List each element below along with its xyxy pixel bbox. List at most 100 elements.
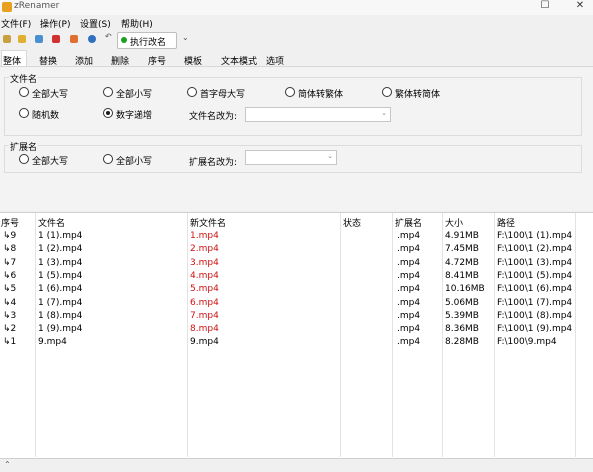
table-row[interactable]: ↳3 1 (8).mp4 7.mp4 .mp4 5.39MB F:\100\1 (8).m… <box>0 310 575 323</box>
cell-new: 6.mp4 <box>190 297 219 308</box>
cell-new: 5.mp4 <box>190 284 219 295</box>
edit-icon[interactable] <box>70 35 78 43</box>
cell-ext: .mp4 <box>397 257 421 268</box>
cell-idx: ↳7 <box>3 257 17 268</box>
menu-bar: 文件(F) 操作(P) 设置(S) 帮助(H) <box>0 15 593 31</box>
menu-file[interactable]: 文件(F) <box>1 17 31 30</box>
header-filename[interactable]: 文件名 <box>38 216 65 229</box>
cell-name: 1 (2).mp4 <box>38 244 83 255</box>
status-bar: ⌃ <box>0 458 593 472</box>
table-row[interactable]: ↳6 1 (5).mp4 4.mp4 .mp4 8.41MB F:\100\1 (5).m… <box>0 270 575 283</box>
ext-radio-lower-label: 全部小写 <box>116 157 153 167</box>
menu-settings[interactable]: 设置(S) <box>80 17 111 30</box>
cell-new: 8.mp4 <box>190 324 219 335</box>
radio-lower-label: 全部小写 <box>116 90 153 100</box>
radio-s2t[interactable] <box>285 87 295 97</box>
undo-icon[interactable]: ↶ <box>105 32 112 41</box>
window-title: zRenamer <box>14 1 60 11</box>
settings-icon[interactable] <box>3 35 11 43</box>
table-row[interactable]: ↳7 1 (3).mp4 3.mp4 .mp4 4.72MB F:\100\1 (3).m… <box>0 257 575 270</box>
title-bar: zRenamer ☐ ✕ <box>0 0 593 15</box>
ext-radio-upper[interactable] <box>19 154 29 164</box>
header-size[interactable]: 大小 <box>445 216 463 229</box>
close-button[interactable]: ✕ <box>572 0 588 12</box>
header-index[interactable]: 序号 <box>1 216 19 229</box>
table-row[interactable]: ↳4 1 (7).mp4 6.mp4 .mp4 5.06MB F:\100\1 (7).m… <box>0 297 575 310</box>
header-extension[interactable]: 扩展名 <box>395 216 422 229</box>
cell-name: 1 (8).mp4 <box>38 310 83 321</box>
filename-group-title: 文件名 <box>9 72 39 85</box>
delete-icon[interactable] <box>52 35 60 43</box>
table-row[interactable]: ↳2 1 (9).mp4 8.mp4 .mp4 8.36MB F:\100\1 (9).m… <box>0 323 575 336</box>
menu-operation[interactable]: 操作(P) <box>40 17 70 30</box>
run-status-icon <box>121 37 127 43</box>
cell-idx: ↳9 <box>3 231 17 241</box>
options-panel: 文件名 全部大写 全部小写 首字母大写 简体转繁体 繁体转简体 随机数 数字递增… <box>0 66 593 211</box>
cell-new: 7.mp4 <box>190 310 219 321</box>
cell-path: F:\100\1 (2).mp4 <box>497 244 573 255</box>
ext-rename-combo[interactable]: ⌄ <box>245 150 337 165</box>
cell-name: 1 (7).mp4 <box>38 297 83 308</box>
cell-size: 7.45MB <box>445 244 479 255</box>
radio-t2s[interactable] <box>382 87 392 97</box>
chevron-down-icon[interactable]: ⌄ <box>182 33 189 42</box>
cell-size: 8.28MB <box>445 337 479 348</box>
ext-rename-label: 扩展名改为: <box>189 158 238 168</box>
cell-name: 1 (9).mp4 <box>38 324 83 335</box>
radio-random[interactable] <box>19 108 29 118</box>
header-status[interactable]: 状态 <box>343 216 361 229</box>
cell-name: 1 (6).mp4 <box>38 284 83 295</box>
cell-idx: ↳2 <box>3 324 17 335</box>
cell-path: F:\100\1 (8).mp4 <box>497 310 573 321</box>
cell-idx: ↳1 <box>3 337 17 348</box>
filename-rename-combo[interactable]: ⌄ <box>245 107 391 122</box>
header-new-filename[interactable]: 新文件名 <box>190 216 226 229</box>
table-row[interactable]: ↳8 1 (2).mp4 2.mp4 .mp4 7.45MB F:\100\1 (2).m… <box>0 243 575 256</box>
cell-new: 4.mp4 <box>190 270 219 281</box>
cell-name: 1 (1).mp4 <box>38 231 83 241</box>
chevron-up-icon[interactable]: ⌃ <box>4 460 11 469</box>
file-table: 序号 文件名 新文件名 状态 扩展名 大小 路径 ↳9 1 (1).mp4 1.mp… <box>0 212 593 459</box>
table-row[interactable]: ↳5 1 (6).mp4 5.mp4 .mp4 10.16MB F:\100\1 (6).… <box>0 283 575 296</box>
header-path[interactable]: 路径 <box>497 216 515 229</box>
cell-name: 1 (5).mp4 <box>38 270 83 281</box>
cell-size: 4.72MB <box>445 257 479 268</box>
cell-idx: ↳4 <box>3 297 17 308</box>
refresh-icon[interactable] <box>35 35 43 43</box>
radio-t2s-label: 繁体转简体 <box>395 90 441 100</box>
app-icon <box>2 2 12 12</box>
cell-name: 9.mp4 <box>38 337 67 348</box>
cell-size: 10.16MB <box>445 284 485 295</box>
radio-upper-label: 全部大写 <box>32 90 69 100</box>
cell-idx: ↳3 <box>3 310 17 321</box>
radio-upper[interactable] <box>19 87 29 97</box>
cell-ext: .mp4 <box>397 244 421 255</box>
radio-s2t-label: 简体转繁体 <box>298 90 344 100</box>
cell-path: F:\100\1 (3).mp4 <box>497 257 573 268</box>
toolbar: ↶ <box>0 31 593 49</box>
radio-capitalize[interactable] <box>187 87 197 97</box>
cell-new: 9.mp4 <box>190 337 219 348</box>
radio-increment[interactable] <box>103 108 113 118</box>
table-row[interactable]: ↳9 1 (1).mp4 1.mp4 .mp4 4.91MB F:\100\1 (1).m… <box>0 230 575 243</box>
cell-size: 5.39MB <box>445 310 479 321</box>
radio-lower[interactable] <box>103 87 113 97</box>
cell-path: F:\100\1 (6).mp4 <box>497 284 573 295</box>
folder-open-icon[interactable] <box>18 35 26 43</box>
cell-size: 8.41MB <box>445 270 479 281</box>
minimize-button[interactable]: ☐ <box>537 0 553 12</box>
cell-idx: ↳8 <box>3 244 17 255</box>
cell-ext: .mp4 <box>397 324 421 335</box>
cell-path: F:\100\1 (5).mp4 <box>497 270 573 281</box>
run-rename-button[interactable]: 执行改名 <box>117 32 177 49</box>
cell-ext: .mp4 <box>397 284 421 295</box>
chevron-down-icon: ⌄ <box>327 152 333 160</box>
table-row[interactable]: ↳1 9.mp4 9.mp4 .mp4 8.28MB F:\100\9.mp4 <box>0 336 575 349</box>
cell-size: 4.91MB <box>445 231 479 241</box>
cell-new: 1.mp4 <box>190 231 219 241</box>
cell-path: F:\100\1 (7).mp4 <box>497 297 573 308</box>
ext-radio-lower[interactable] <box>103 154 113 164</box>
info-icon[interactable] <box>88 35 96 43</box>
menu-help[interactable]: 帮助(H) <box>121 17 153 30</box>
cell-ext: .mp4 <box>397 310 421 321</box>
